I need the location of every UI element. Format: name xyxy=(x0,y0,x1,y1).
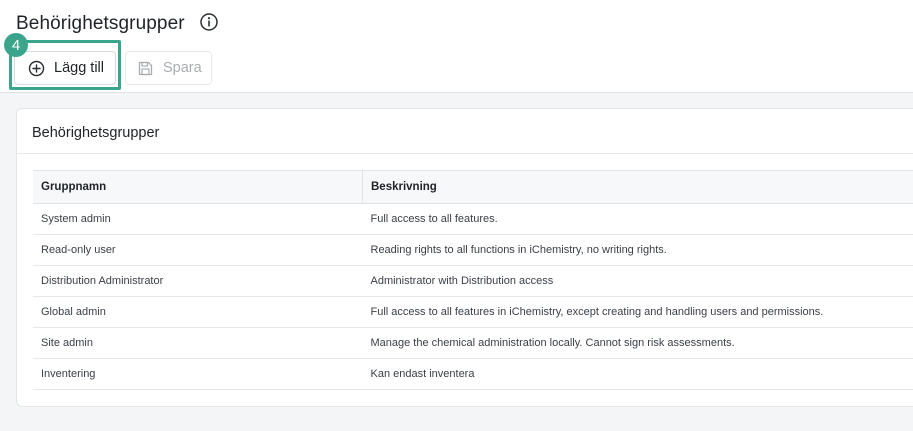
table-row[interactable]: Distribution Administrator Administrator… xyxy=(33,265,913,297)
save-button[interactable]: Spara xyxy=(125,51,212,85)
floppy-disk-icon xyxy=(137,60,154,77)
card-title: Behörighetsgrupper xyxy=(32,125,160,141)
group-name-cell: System admin xyxy=(33,203,363,235)
description-cell: Administrator with Distribution access xyxy=(362,265,913,297)
description-cell: Reading rights to all functions in iChem… xyxy=(362,234,913,266)
page-title: Behörighetsgrupper xyxy=(16,13,185,34)
page-header: Behörighetsgrupper Lägg till Spara xyxy=(0,0,913,93)
group-name-cell: Read-only user xyxy=(33,234,363,266)
groups-table: Gruppnamn Beskrivning System admin Full … xyxy=(33,170,913,390)
groups-card: Behörighetsgrupper Gruppnamn Beskrivning… xyxy=(16,108,913,407)
table-row[interactable]: System admin Full access to all features… xyxy=(33,203,913,235)
save-button-label: Spara xyxy=(163,60,202,76)
plus-circle-icon xyxy=(28,60,45,77)
add-button[interactable]: Lägg till xyxy=(14,51,116,85)
table-row[interactable]: Read-only user Reading rights to all fun… xyxy=(33,234,913,266)
add-button-label: Lägg till xyxy=(54,60,104,76)
info-icon[interactable] xyxy=(199,12,219,32)
step-badge: 4 xyxy=(4,33,28,57)
group-name-cell: Inventering xyxy=(33,358,363,390)
description-cell: Full access to all features. xyxy=(362,203,913,235)
description-cell: Full access to all features in iChemistr… xyxy=(362,296,913,328)
table-row[interactable]: Global admin Full access to all features… xyxy=(33,296,913,328)
description-cell: Manage the chemical administration local… xyxy=(362,327,913,359)
divider xyxy=(17,153,913,154)
table-header-row: Gruppnamn Beskrivning xyxy=(33,170,913,204)
group-name-cell: Site admin xyxy=(33,327,363,359)
column-header-group-name[interactable]: Gruppnamn xyxy=(33,170,363,204)
group-name-cell: Global admin xyxy=(33,296,363,328)
group-name-cell: Distribution Administrator xyxy=(33,265,363,297)
column-header-description[interactable]: Beskrivning xyxy=(362,170,913,204)
table-row[interactable]: Site admin Manage the chemical administr… xyxy=(33,327,913,359)
description-cell: Kan endast inventera xyxy=(362,358,913,390)
table-row[interactable]: Inventering Kan endast inventera xyxy=(33,358,913,390)
